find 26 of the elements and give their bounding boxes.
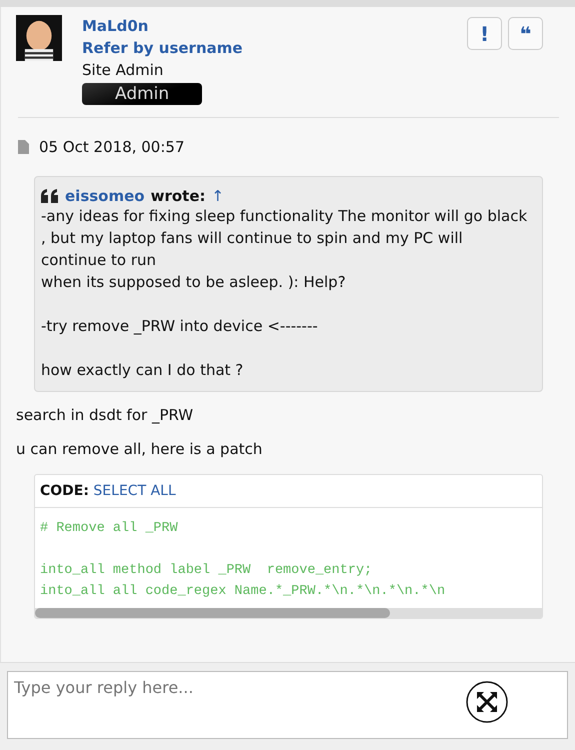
quote-text: when its supposed to be asleep. ): Help?	[41, 272, 347, 293]
rank-badge: Admin	[82, 83, 202, 105]
document-icon	[18, 140, 29, 154]
code-line: into_all all code_regex Name.*_PRW.*\n.*\n.*\n.*\n	[40, 583, 446, 601]
wrote-label: wrote:	[150, 187, 206, 205]
author-link[interactable]: MaLd0n	[82, 15, 148, 37]
refer-link[interactable]: Refer by username	[82, 37, 243, 59]
code-line: into_all method label _PRW remove_entry;	[40, 562, 374, 580]
quote-button[interactable]: ❝	[508, 17, 543, 50]
jump-link[interactable]: ↑	[212, 187, 224, 205]
avatar	[16, 15, 62, 61]
select-all-link[interactable]: SELECT ALL	[93, 483, 176, 499]
post-text: u can remove all, here is a patch	[16, 440, 264, 458]
quote-author-link[interactable]: eissomeo	[65, 187, 145, 205]
code-label: CODE:	[40, 483, 89, 499]
report-button[interactable]: !	[467, 17, 502, 50]
scrollbar-thumb[interactable]	[35, 608, 390, 618]
post-text: search in dsdt for _PRW	[16, 406, 194, 424]
quote-text: how exactly can I do that ?	[41, 360, 244, 381]
post-date: 05 Oct 2018, 00:57	[39, 138, 184, 156]
quote-icon	[41, 189, 59, 203]
quote-text: -try remove _PRW into device <-------	[41, 316, 319, 337]
expand-icon[interactable]	[466, 681, 508, 723]
user-role: Site Admin	[82, 60, 164, 81]
code-line: # Remove all _PRW	[40, 520, 179, 538]
reply-field[interactable]: Type your reply here...	[7, 671, 568, 739]
